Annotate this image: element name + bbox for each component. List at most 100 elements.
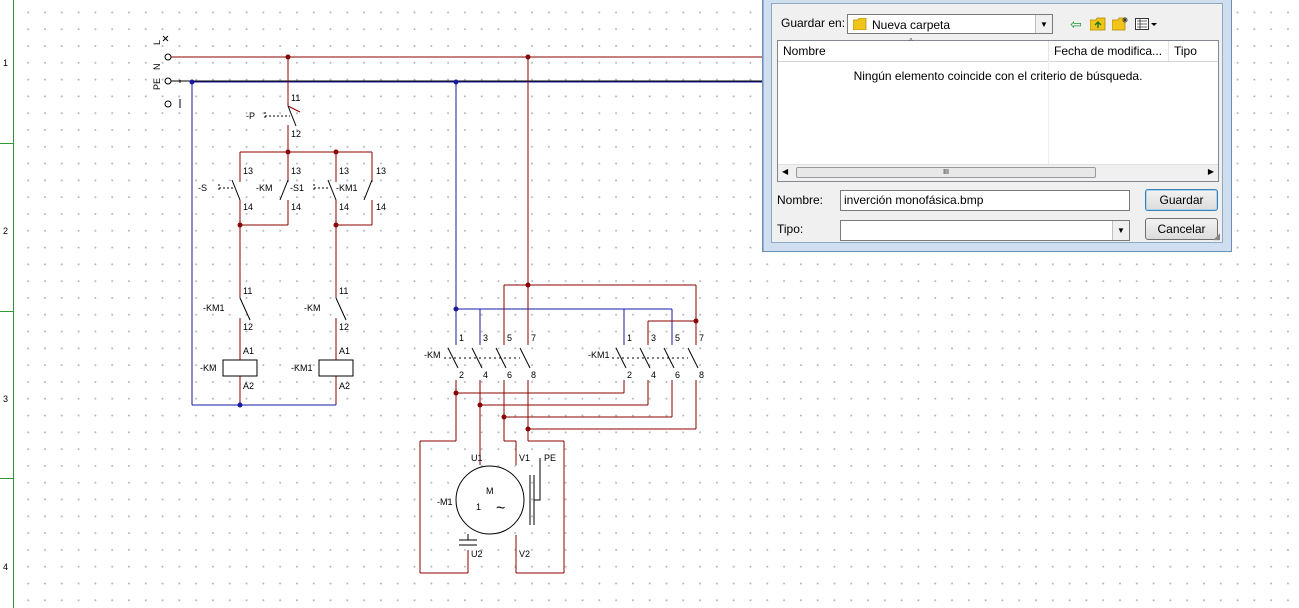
terminal-n[interactable] xyxy=(164,77,172,85)
folder-icon xyxy=(853,18,867,30)
coil-km[interactable] xyxy=(222,359,258,377)
label-11: 11 xyxy=(243,286,252,296)
label-13: 13 xyxy=(291,166,301,176)
label-coil-km: -KM xyxy=(200,363,217,373)
save-button[interactable]: Guardar xyxy=(1145,189,1218,211)
name-label: Nombre: xyxy=(777,193,824,207)
pin-label: 7 xyxy=(531,333,536,343)
label-pe-motor: PE xyxy=(544,453,556,463)
save-dialog[interactable]: Guardar en: Nueva carpeta ▼ ⇦ Nombre Fec… xyxy=(762,0,1232,252)
cross-mark xyxy=(162,35,169,42)
scroll-right-icon[interactable]: ▶ xyxy=(1208,167,1214,176)
dialog-body: Guardar en: Nueva carpeta ▼ ⇦ Nombre Fec… xyxy=(771,3,1223,243)
column-date[interactable]: Fecha de modifica... xyxy=(1049,41,1169,61)
view-menu-icon[interactable] xyxy=(1134,14,1160,34)
junctions-neutral xyxy=(189,79,459,408)
label-p: -P xyxy=(246,111,255,121)
label-coil-km1: -KM1 xyxy=(291,363,313,373)
label-v1: V1 xyxy=(519,453,530,463)
label-14: 14 xyxy=(291,202,301,212)
save-in-combo[interactable]: Nueva carpeta ▼ xyxy=(847,14,1053,34)
chevron-down-icon[interactable]: ▼ xyxy=(1112,221,1129,240)
type-combo[interactable]: ▼ xyxy=(840,220,1130,241)
file-list[interactable]: Nombre Fecha de modifica... Tipo ^ Ningú… xyxy=(777,37,1219,182)
pin-label: 5 xyxy=(507,333,512,343)
pin-label: 4 xyxy=(651,370,656,380)
label-14: 14 xyxy=(339,202,349,212)
label-km1-nc: -KM1 xyxy=(203,303,225,313)
label-n: N xyxy=(152,64,162,71)
pe-wire xyxy=(534,458,541,501)
label-s1: -S1 xyxy=(290,183,304,193)
save-in-label: Guardar en: xyxy=(781,16,846,30)
pin-label: 6 xyxy=(675,370,680,380)
type-label: Tipo: xyxy=(777,222,804,236)
pin-label: 8 xyxy=(699,370,704,380)
label-a2: A2 xyxy=(243,381,254,391)
label-power-km: -KM xyxy=(424,350,441,360)
pin-label: 1 xyxy=(459,333,464,343)
label-14: 14 xyxy=(243,202,253,212)
empty-message: Ningún elemento coincide con el criterio… xyxy=(853,69,1143,83)
pin-label: 6 xyxy=(507,370,512,380)
new-folder-icon[interactable] xyxy=(1110,14,1130,34)
label-12: 12 xyxy=(243,322,253,332)
label-u1: U1 xyxy=(471,453,483,463)
resize-grip-icon[interactable]: ◢ xyxy=(1213,231,1220,242)
motor-brush xyxy=(529,475,535,525)
horizontal-scrollbar[interactable]: ◀ III ▶ xyxy=(778,164,1218,181)
pin-label: 4 xyxy=(483,370,488,380)
terminal-pe[interactable] xyxy=(164,100,172,108)
up-folder-icon[interactable] xyxy=(1088,14,1108,34)
label-13: 13 xyxy=(243,166,253,176)
label-s: -S xyxy=(198,183,207,193)
cancel-button[interactable]: Cancelar xyxy=(1145,218,1218,240)
label-11: 11 xyxy=(339,286,348,296)
sort-arrow-icon: ^ xyxy=(909,37,913,46)
pin-label: 3 xyxy=(483,333,488,343)
scroll-thumb[interactable]: III xyxy=(796,167,1096,178)
label-a1: A1 xyxy=(339,346,350,356)
label-pe: PE xyxy=(152,78,162,90)
label-u2: U2 xyxy=(471,549,483,559)
capacitor xyxy=(459,539,477,546)
label-km1: -KM1 xyxy=(336,183,358,193)
label-14: 14 xyxy=(376,202,386,212)
pin-label: 5 xyxy=(675,333,680,343)
file-list-header: Nombre Fecha de modifica... Tipo ^ xyxy=(778,37,1218,62)
label-12: 12 xyxy=(291,129,301,139)
column-type[interactable]: Tipo xyxy=(1169,41,1229,61)
terminal-l[interactable] xyxy=(164,53,172,61)
label-12: 12 xyxy=(339,322,349,332)
label-l: L xyxy=(152,40,162,45)
power-contacts[interactable] xyxy=(444,347,699,369)
label-m: M xyxy=(486,486,494,496)
label-one: 1 xyxy=(476,502,481,512)
label-power-km1: -KM1 xyxy=(588,350,610,360)
chevron-down-icon[interactable]: ▼ xyxy=(1035,15,1052,33)
label-tilde: ~ xyxy=(496,500,505,517)
motor-symbol[interactable] xyxy=(455,465,525,535)
control-circuit-phase xyxy=(239,57,373,405)
coil-km1[interactable] xyxy=(318,359,354,377)
label-v2: V2 xyxy=(519,549,530,559)
column-name[interactable]: Nombre xyxy=(778,41,1049,61)
label-13: 13 xyxy=(339,166,349,176)
label-13: 13 xyxy=(376,166,386,176)
pin-label: 2 xyxy=(459,370,464,380)
label-m1: -M1 xyxy=(437,497,453,507)
label-km-nc: -KM xyxy=(304,303,321,313)
label-km: -KM xyxy=(256,183,273,193)
pin-label: 7 xyxy=(699,333,704,343)
label-a2: A2 xyxy=(339,381,350,391)
pin-label: 2 xyxy=(627,370,632,380)
pin-label: 1 xyxy=(627,333,632,343)
pin-label: 3 xyxy=(651,333,656,343)
pin-label: 8 xyxy=(531,370,536,380)
scroll-left-icon[interactable]: ◀ xyxy=(782,167,788,176)
back-icon[interactable]: ⇦ xyxy=(1066,14,1086,34)
save-in-value: Nueva carpeta xyxy=(872,18,951,32)
filename-input[interactable]: inverción monofásica.bmp xyxy=(840,190,1130,211)
label-11: 11 xyxy=(291,93,300,103)
label-a1: A1 xyxy=(243,346,254,356)
